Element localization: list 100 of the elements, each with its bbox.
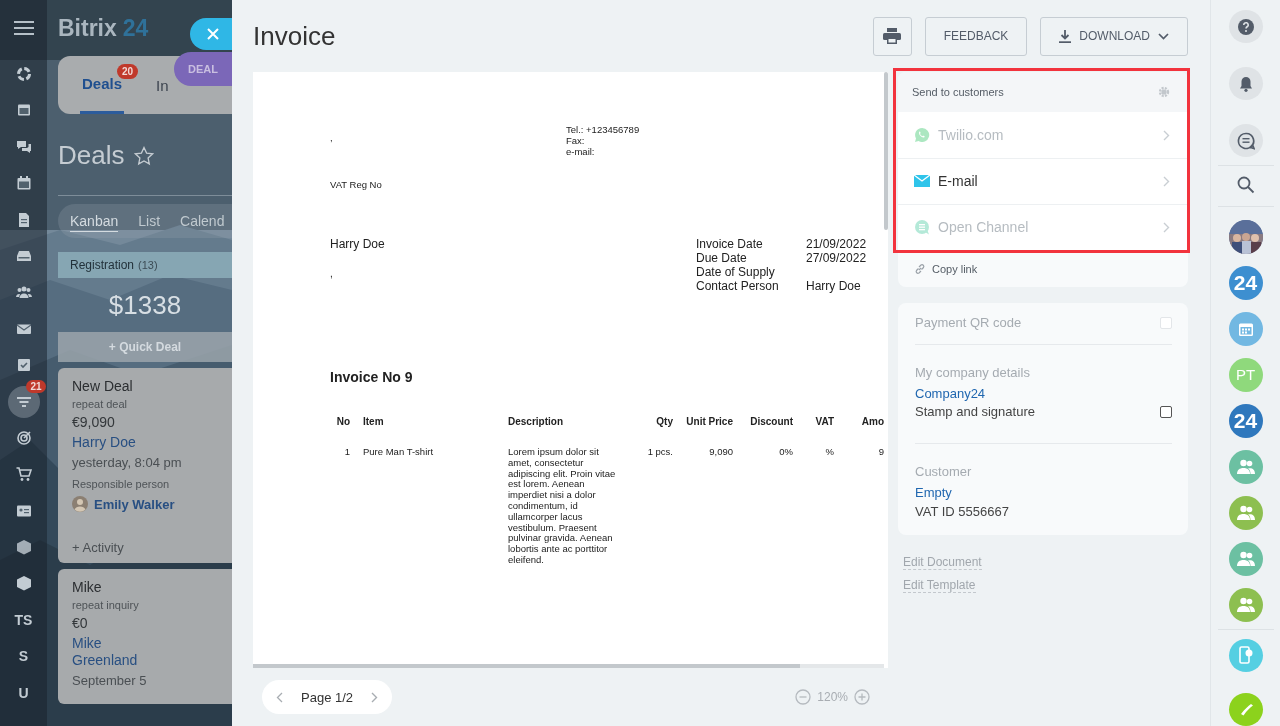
caret-icon bbox=[1158, 32, 1169, 40]
copy-link[interactable]: Copy link bbox=[932, 262, 978, 275]
rail-letter-item[interactable]: TS bbox=[7, 603, 40, 636]
column-header: Qty bbox=[655, 416, 673, 429]
chat-avatar[interactable]: 24 bbox=[1228, 265, 1263, 300]
notifications-button[interactable] bbox=[1228, 67, 1263, 101]
logo-number: 24 bbox=[122, 14, 149, 42]
document-text: , bbox=[330, 267, 334, 281]
option-label: Stamp and signature bbox=[915, 404, 1035, 419]
next-page-icon bbox=[371, 691, 379, 703]
column-header: Amo bbox=[860, 416, 884, 429]
rail-letter-item[interactable]: S bbox=[7, 640, 40, 673]
stage-name: Registration bbox=[70, 258, 135, 272]
zoom-level: 120% bbox=[817, 690, 848, 704]
deal-card[interactable]: Mike repeat inquiry €0 Mike Greenland September 5 bbox=[58, 569, 232, 704]
detail-value: 27/09/2022 bbox=[806, 251, 868, 265]
search-icon bbox=[1236, 175, 1255, 194]
deal-title: Mike bbox=[72, 579, 102, 595]
help-icon bbox=[1237, 18, 1254, 35]
download-button[interactable]: DOWNLOAD bbox=[1040, 16, 1188, 56]
chevron-icon bbox=[1163, 129, 1170, 141]
contact-link[interactable]: Harry Doe bbox=[72, 434, 136, 451]
phone-bubble-icon bbox=[914, 127, 930, 143]
count-badge: 20 bbox=[116, 64, 139, 79]
document-text: VAT Reg No bbox=[330, 179, 383, 190]
people-icon bbox=[15, 284, 32, 301]
logo-text: Bitrix bbox=[58, 14, 117, 42]
column-header: No bbox=[335, 416, 350, 429]
cart-icon bbox=[15, 466, 32, 483]
page-indicator: Page 1/2 bbox=[301, 689, 354, 705]
column-header: Item bbox=[362, 416, 385, 429]
scrollbar-thumb[interactable] bbox=[253, 664, 800, 668]
table-cell-text: Lorem ipsum dolor sit amet, consectetur adipiscing elit. Proin vitae est lorem. Aenean imperdiet nisi a dolor condimentum, id ullamcorper lacus vestibulum. Praesent pulvinar gravida. Aenean lobortis ante ac porttitor eleifend. bbox=[508, 445, 617, 566]
chat-bubble-icon bbox=[914, 219, 930, 235]
help-button[interactable] bbox=[1228, 10, 1263, 44]
star-icon[interactable] bbox=[134, 145, 155, 166]
quick-deal-button[interactable]: + Quick Deal bbox=[58, 332, 232, 362]
rail-letter-item[interactable]: U bbox=[7, 676, 40, 709]
document-text: e-mail: bbox=[566, 146, 596, 157]
chat-icon bbox=[15, 138, 32, 155]
menu-icon[interactable] bbox=[13, 21, 34, 35]
document-text: Fax: bbox=[566, 135, 586, 146]
close-icon bbox=[207, 28, 219, 40]
stage-count: (13) bbox=[138, 259, 158, 271]
chevron-icon bbox=[1163, 175, 1170, 187]
chat-avatar[interactable]: 24 bbox=[1228, 403, 1263, 438]
scrollbar-thumb[interactable] bbox=[884, 72, 888, 230]
edit-link[interactable]: Edit Document bbox=[903, 555, 982, 570]
deal-date: September 5 bbox=[72, 673, 147, 688]
column-header: Unit Price bbox=[685, 416, 733, 429]
table-cell-text: Pure Man T-shirt bbox=[362, 445, 435, 459]
link-icon bbox=[914, 262, 926, 275]
chat-button[interactable] bbox=[1228, 124, 1263, 158]
table-cell-text: 0% bbox=[778, 445, 793, 459]
people-icon bbox=[1236, 505, 1255, 521]
avatar bbox=[72, 496, 88, 512]
close-button[interactable] bbox=[190, 18, 232, 50]
panel-title: Invoice bbox=[253, 20, 336, 52]
deal-type: repeat inquiry bbox=[72, 599, 139, 611]
page-title: Deals bbox=[58, 140, 125, 171]
section-label: My company details bbox=[915, 365, 1030, 380]
column-header: VAT bbox=[814, 416, 834, 429]
detail-label: Invoice Date bbox=[696, 237, 764, 251]
option-label: Payment QR code bbox=[915, 315, 1022, 330]
feedback-button[interactable]: FEEDBACK bbox=[924, 16, 1028, 56]
detail-value: Harry Doe bbox=[806, 279, 862, 293]
column-header: Description bbox=[508, 416, 564, 429]
add-activity-link[interactable]: + Activity bbox=[72, 540, 124, 555]
deal-date: yesterday, 8:04 pm bbox=[72, 455, 182, 470]
document-text: Tel.: +123456789 bbox=[566, 124, 641, 135]
edit-link[interactable]: Edit Template bbox=[903, 578, 976, 593]
section-title: Send to customers bbox=[912, 86, 1004, 98]
checkbox[interactable] bbox=[1160, 405, 1172, 418]
people-icon bbox=[1236, 551, 1255, 567]
print-button[interactable] bbox=[872, 16, 912, 56]
contact-link[interactable]: Mike Greenland bbox=[72, 635, 162, 669]
table-cell-text: 9,090 bbox=[708, 445, 733, 459]
printer-icon bbox=[883, 28, 902, 44]
table-cell-text: % bbox=[824, 445, 834, 459]
envelope-icon bbox=[914, 175, 930, 187]
company-link[interactable]: Company24 bbox=[915, 386, 1172, 401]
deal-type: repeat deal bbox=[72, 398, 128, 410]
section-label: Customer bbox=[915, 464, 972, 479]
deal-amount: €0 bbox=[72, 615, 88, 631]
deal-title: New Deal bbox=[72, 378, 133, 394]
deal-card[interactable]: New Deal repeat deal €9,090 Harry Doe yesterday, 8:04 pm Responsible person Emily Walker + Activity bbox=[58, 368, 232, 563]
download-icon bbox=[1059, 29, 1072, 43]
channel-item[interactable]: E-mail bbox=[898, 158, 1188, 204]
box-icon bbox=[15, 575, 32, 592]
view-tab[interactable]: Calend bbox=[180, 211, 225, 231]
box-icon bbox=[15, 539, 32, 556]
detail-label: Due Date bbox=[696, 251, 748, 265]
view-tab[interactable]: List bbox=[138, 211, 161, 231]
deal-button[interactable]: DEAL bbox=[174, 52, 232, 86]
view-tab[interactable]: Kanban bbox=[70, 210, 119, 232]
calendar-icon bbox=[15, 175, 32, 192]
customer-link[interactable]: Empty bbox=[915, 485, 1172, 500]
responsible-link[interactable]: Emily Walker bbox=[94, 496, 175, 512]
chevron-icon bbox=[1163, 221, 1170, 233]
avatar[interactable] bbox=[1228, 219, 1263, 254]
